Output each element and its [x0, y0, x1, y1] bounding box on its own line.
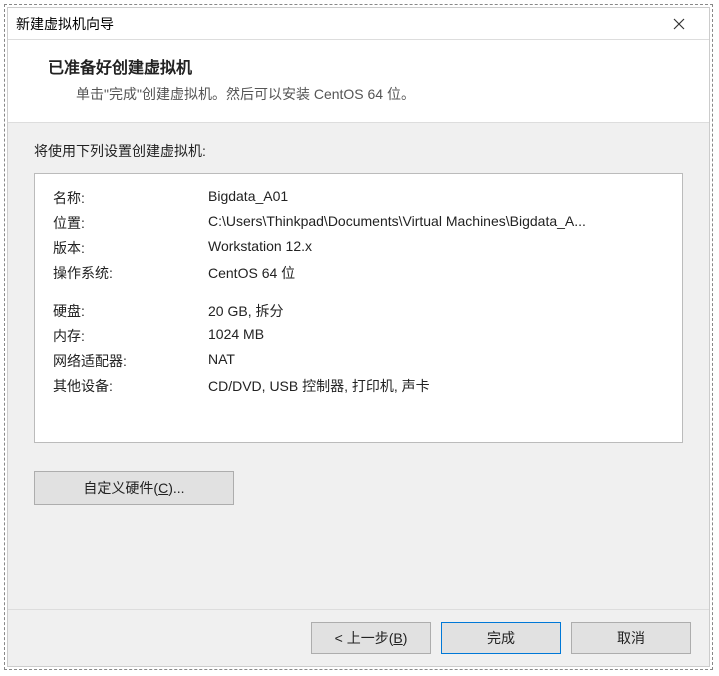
header-subtitle: 单击"完成"创建虚拟机。然后可以安装 CentOS 64 位。: [38, 84, 679, 104]
setting-row-version: 版本: Workstation 12.x: [53, 238, 664, 258]
setting-value: Bigdata_A01: [208, 188, 664, 208]
setting-value: C:\Users\Thinkpad\Documents\Virtual Mach…: [208, 213, 664, 233]
button-bar: < 上一步(B) 完成 取消: [8, 609, 709, 666]
setting-value: 1024 MB: [208, 326, 664, 346]
setting-row-other: 其他设备: CD/DVD, USB 控制器, 打印机, 声卡: [53, 376, 664, 396]
setting-row-network: 网络适配器: NAT: [53, 351, 664, 371]
finish-button[interactable]: 完成: [441, 622, 561, 654]
setting-value: Workstation 12.x: [208, 238, 664, 258]
wizard-window: 新建虚拟机向导 已准备好创建虚拟机 单击"完成"创建虚拟机。然后可以安装 Cen…: [7, 7, 710, 667]
setting-row-memory: 内存: 1024 MB: [53, 326, 664, 346]
setting-row-disk: 硬盘: 20 GB, 拆分: [53, 301, 664, 321]
setting-row-os: 操作系统: CentOS 64 位: [53, 263, 664, 283]
wizard-header: 已准备好创建虚拟机 单击"完成"创建虚拟机。然后可以安装 CentOS 64 位…: [8, 40, 709, 123]
setting-label: 硬盘:: [53, 301, 208, 321]
setting-value: CentOS 64 位: [208, 263, 664, 283]
setting-label: 其他设备:: [53, 376, 208, 396]
setting-label: 版本:: [53, 238, 208, 258]
setting-label: 位置:: [53, 213, 208, 233]
setting-value: 20 GB, 拆分: [208, 301, 664, 321]
setting-label: 内存:: [53, 326, 208, 346]
window-title: 新建虚拟机向导: [16, 14, 114, 34]
customize-row: 自定义硬件(C)...: [34, 471, 683, 505]
settings-box: 名称: Bigdata_A01 位置: C:\Users\Thinkpad\Do…: [34, 173, 683, 443]
setting-label: 网络适配器:: [53, 351, 208, 371]
setting-value: CD/DVD, USB 控制器, 打印机, 声卡: [208, 376, 664, 396]
setting-label: 名称:: [53, 188, 208, 208]
cancel-button[interactable]: 取消: [571, 622, 691, 654]
customize-hardware-button[interactable]: 自定义硬件(C)...: [34, 471, 234, 505]
setting-value: NAT: [208, 351, 664, 371]
setting-row-name: 名称: Bigdata_A01: [53, 188, 664, 208]
setting-label: 操作系统:: [53, 263, 208, 283]
setting-row-location: 位置: C:\Users\Thinkpad\Documents\Virtual …: [53, 213, 664, 233]
header-title: 已准备好创建虚拟机: [38, 54, 679, 78]
back-button[interactable]: < 上一步(B): [311, 622, 431, 654]
close-icon[interactable]: [659, 10, 699, 38]
titlebar: 新建虚拟机向导: [8, 8, 709, 40]
content-area: 将使用下列设置创建虚拟机: 名称: Bigdata_A01 位置: C:\Use…: [8, 123, 709, 609]
settings-intro: 将使用下列设置创建虚拟机:: [34, 141, 683, 161]
